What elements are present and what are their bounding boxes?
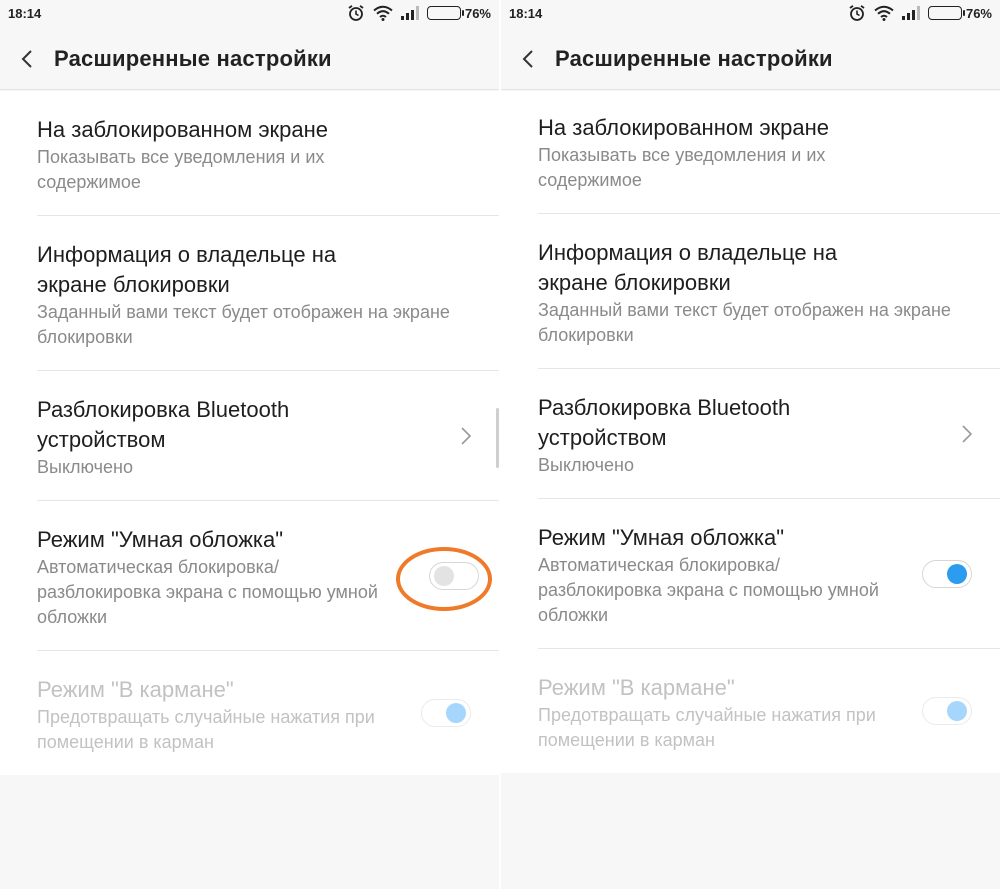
signal-icon — [901, 6, 920, 20]
setting-subtitle: Автоматическая блокировка/ разблокировка… — [37, 557, 378, 627]
setting-bluetooth-unlock[interactable]: Разблокировка Bluetooth устройством Выкл… — [0, 371, 499, 501]
screen-after: 18:14 76% Расширенные настройки На забло… — [501, 0, 1000, 889]
wifi-icon — [874, 5, 894, 21]
alarm-icon — [848, 4, 866, 22]
setting-pocket-mode: Режим "В кармане" Предотвращать случайны… — [0, 651, 499, 775]
back-button[interactable] — [0, 28, 54, 90]
back-button[interactable] — [501, 28, 555, 90]
setting-subtitle: Предотвращать случайные нажатия при поме… — [538, 705, 876, 750]
status-time: 18:14 — [509, 6, 543, 21]
toggle-knob — [434, 565, 454, 586]
setting-title: Режим "Умная обложка" — [37, 527, 284, 552]
setting-title: Разблокировка Bluetooth устройством — [37, 397, 290, 452]
app-header: Расширенные настройки — [0, 28, 499, 90]
page-title: Расширенные настройки — [54, 45, 332, 71]
battery-percent: 76% — [965, 5, 992, 21]
setting-title: Режим "Умная обложка" — [538, 525, 785, 550]
status-bar: 18:14 76% — [501, 0, 1000, 28]
toggle-knob — [446, 703, 466, 723]
setting-lock-screen[interactable]: На заблокированном экране Показывать все… — [0, 91, 499, 216]
battery-percent: 76% — [464, 5, 491, 21]
settings-list: На заблокированном экране Показывать все… — [0, 91, 499, 775]
setting-subtitle: Предотвращать случайные нажатия при поме… — [37, 707, 375, 752]
setting-smart-cover[interactable]: Режим "Умная обложка" Автоматическая бло… — [501, 499, 1000, 649]
setting-owner-info[interactable]: Информация о владельце на экране блокиро… — [501, 214, 1000, 369]
setting-subtitle: Показывать все уведомления и их содержим… — [538, 145, 826, 190]
setting-subtitle: Выключено — [37, 457, 133, 477]
setting-lock-screen[interactable]: На заблокированном экране Показывать все… — [501, 91, 1000, 214]
app-header: Расширенные настройки — [501, 28, 1000, 90]
setting-bluetooth-unlock[interactable]: Разблокировка Bluetooth устройством Выкл… — [501, 369, 1000, 499]
status-bar: 18:14 76% — [0, 0, 499, 28]
screen-before: 18:14 76% Расширенные настройки На забло… — [0, 0, 499, 889]
smart-cover-toggle[interactable] — [922, 559, 972, 588]
setting-title: Режим "В кармане" — [538, 675, 735, 700]
status-time: 18:14 — [8, 6, 42, 21]
setting-subtitle: Выключено — [538, 455, 634, 475]
battery-indicator: 76% — [927, 5, 992, 21]
settings-list: На заблокированном экране Показывать все… — [501, 91, 1000, 773]
page-title: Расширенные настройки — [555, 45, 833, 71]
chevron-right-icon — [461, 426, 471, 445]
pocket-mode-toggle — [922, 697, 972, 725]
battery-icon — [927, 6, 965, 20]
setting-title: Разблокировка Bluetooth устройством — [538, 395, 791, 450]
setting-subtitle: Заданный вами текст будет отображен на э… — [37, 302, 450, 347]
setting-subtitle: Показывать все уведомления и их содержим… — [37, 147, 325, 192]
toggle-knob — [947, 701, 967, 721]
chevron-right-icon — [962, 424, 972, 443]
smart-cover-toggle[interactable] — [429, 561, 479, 590]
setting-owner-info[interactable]: Информация о владельце на экране блокиро… — [0, 216, 499, 371]
alarm-icon — [347, 4, 365, 22]
battery-icon — [426, 6, 464, 20]
wifi-icon — [373, 5, 393, 21]
setting-pocket-mode: Режим "В кармане" Предотвращать случайны… — [501, 649, 1000, 773]
setting-title: На заблокированном экране — [538, 115, 830, 140]
setting-title: На заблокированном экране — [37, 117, 329, 142]
setting-title: Информация о владельце на экране блокиро… — [37, 242, 337, 297]
chevron-left-icon — [21, 49, 32, 68]
pocket-mode-toggle — [421, 699, 471, 727]
setting-title: Режим "В кармане" — [37, 677, 234, 702]
toggle-knob — [947, 563, 967, 584]
status-icons: 76% — [848, 4, 992, 22]
setting-subtitle: Автоматическая блокировка/ разблокировка… — [538, 555, 879, 625]
setting-smart-cover[interactable]: Режим "Умная обложка" Автоматическая бло… — [0, 501, 499, 651]
battery-indicator: 76% — [426, 5, 491, 21]
comparison-screens: 18:14 76% Расширенные настройки На забло… — [0, 0, 1000, 889]
setting-subtitle: Заданный вами текст будет отображен на э… — [538, 300, 951, 345]
setting-title: Информация о владельце на экране блокиро… — [538, 240, 838, 295]
status-icons: 76% — [347, 4, 491, 22]
chevron-left-icon — [522, 49, 533, 68]
signal-icon — [400, 6, 419, 20]
